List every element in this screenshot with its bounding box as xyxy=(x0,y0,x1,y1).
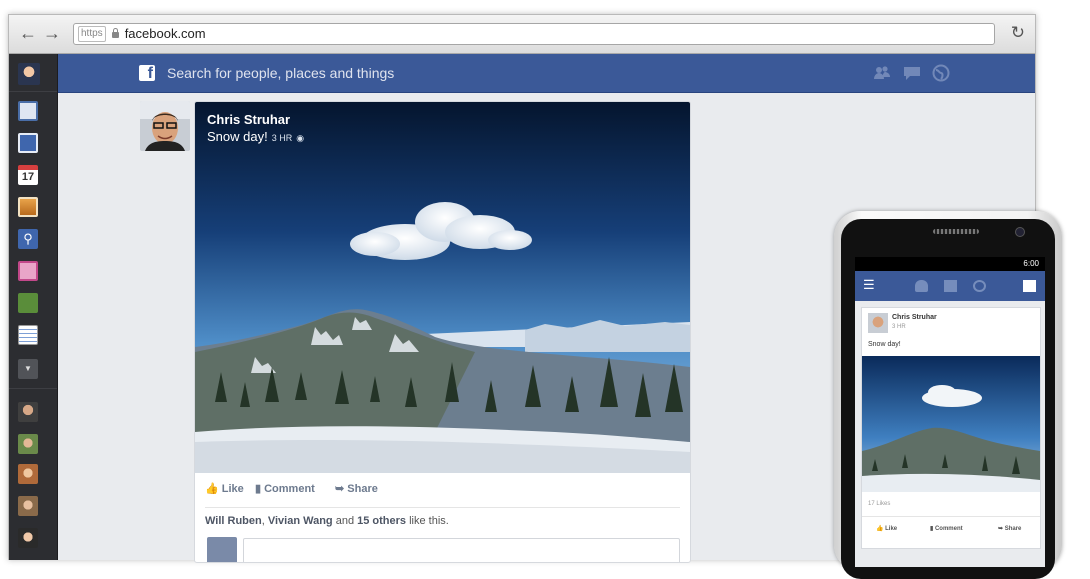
mobile-post-text: Snow day! xyxy=(868,341,901,348)
share-button[interactable]: ➥ Share xyxy=(335,482,378,495)
notes-icon[interactable] xyxy=(18,325,38,345)
phone-screen: 6:00 ☰ Chris Struhar 3 HR Snow day! 17 L… xyxy=(855,257,1045,567)
public-globe-icon: ◉ xyxy=(296,133,305,143)
mobile-likes-count[interactable]: 17 Likes xyxy=(868,501,890,507)
news-feed-post: Chris Struhar Snow day! 3 HR ◉ 👍 Like ▮ Co… xyxy=(194,101,691,563)
https-label: https xyxy=(78,26,106,42)
author-avatar[interactable] xyxy=(140,101,190,151)
menu-icon[interactable]: ☰ xyxy=(863,277,875,293)
back-arrow-icon[interactable]: ← xyxy=(19,23,37,44)
game-icon[interactable] xyxy=(18,293,38,313)
thumbs-up-icon: 👍 xyxy=(205,483,222,495)
share-arrow-icon: ➥ xyxy=(998,526,1005,532)
likes-and: and xyxy=(332,515,358,527)
mobile-comment-label: Comment xyxy=(934,526,963,532)
mobile-top-bar: ☰ xyxy=(855,271,1045,301)
friend-avatar-3[interactable] xyxy=(18,464,38,484)
events-calendar-icon[interactable]: 17 xyxy=(18,165,38,185)
mobile-author-avatar[interactable] xyxy=(868,313,888,333)
phone-bezel: 6:00 ☰ Chris Struhar 3 HR Snow day! 17 L… xyxy=(841,219,1055,579)
facebook-top-bar: f Search for people, places and things xyxy=(58,54,1035,93)
mobile-comment-button[interactable]: ▮ Comment xyxy=(930,525,963,532)
comment-input[interactable] xyxy=(243,538,680,562)
messages-icon[interactable] xyxy=(944,280,957,292)
viewer-avatar xyxy=(207,537,237,562)
profile-avatar[interactable] xyxy=(18,63,40,85)
phone-speaker xyxy=(933,229,979,234)
friend-avatar-4[interactable] xyxy=(18,496,38,516)
likes-summary: Will Ruben, Vivian Wang and 15 others li… xyxy=(205,515,449,527)
friends-list-icon[interactable] xyxy=(1023,280,1036,292)
liker-2[interactable]: Vivian Wang xyxy=(268,515,333,527)
messages-icon[interactable] xyxy=(903,64,921,82)
post-photo[interactable] xyxy=(195,102,690,473)
share-label: Share xyxy=(347,483,378,495)
forward-arrow-icon[interactable]: → xyxy=(43,23,61,44)
messages-icon[interactable] xyxy=(18,133,38,153)
post-timestamp[interactable]: 3 HR xyxy=(272,133,293,143)
reload-icon[interactable]: ↻ xyxy=(1011,23,1025,43)
notifications-globe-icon[interactable] xyxy=(973,280,986,292)
left-sidebar: 17 ⚲ ▼ xyxy=(9,54,58,560)
notifications-globe-icon[interactable] xyxy=(932,64,950,82)
facebook-logo-icon[interactable]: f xyxy=(139,65,155,81)
mobile-post: Chris Struhar 3 HR Snow day! 17 Likes 👍 … xyxy=(861,307,1041,549)
friend-avatar-2[interactable] xyxy=(18,434,38,454)
share-arrow-icon: ➥ xyxy=(335,483,348,495)
post-message: Snow day! xyxy=(207,129,268,144)
search-input[interactable]: Search for people, places and things xyxy=(167,65,394,81)
friend-avatar-5[interactable] xyxy=(18,528,38,548)
post-text: Snow day! 3 HR ◉ xyxy=(207,129,304,144)
comment-button[interactable]: ▮ Comment xyxy=(255,482,315,495)
mobile-post-author[interactable]: Chris Struhar xyxy=(892,314,937,321)
comment-label: Comment xyxy=(264,483,315,495)
friend-requests-icon[interactable] xyxy=(915,280,928,292)
likes-suffix: like this. xyxy=(406,515,449,527)
liker-1[interactable]: Will Ruben xyxy=(205,515,262,527)
mobile-like-label: Like xyxy=(885,526,898,532)
news-feed-icon[interactable] xyxy=(18,101,38,121)
like-label: Like xyxy=(221,483,244,495)
mobile-share-label: Share xyxy=(1004,526,1022,532)
post-actions: 👍 Like ▮ Comment ➥ Share xyxy=(205,481,680,508)
photos-icon[interactable] xyxy=(18,197,38,217)
phone-clock: 6:00 xyxy=(1023,259,1039,268)
phone-status-bar: 6:00 xyxy=(855,257,1045,271)
url-text: facebook.com xyxy=(124,26,206,41)
search-icon[interactable]: ⚲ xyxy=(18,229,38,249)
thumbs-up-icon: 👍 xyxy=(876,526,886,532)
mobile-post-actions: 👍 Like ▮ Comment ➥ Share xyxy=(862,516,1040,541)
mobile-like-button[interactable]: 👍 Like xyxy=(876,525,897,532)
like-button[interactable]: 👍 Like xyxy=(205,482,244,495)
mobile-post-photo[interactable] xyxy=(862,356,1040,492)
mobile-phone: 6:00 ☰ Chris Struhar 3 HR Snow day! 17 L… xyxy=(834,211,1062,579)
browser-toolbar: ← → https facebook.com ↻ xyxy=(9,15,1035,54)
gifts-icon[interactable] xyxy=(18,261,38,281)
comment-bubble-icon: ▮ xyxy=(255,483,265,495)
friend-requests-icon[interactable] xyxy=(873,64,891,82)
mobile-share-button[interactable]: ➥ Share xyxy=(998,525,1021,532)
phone-camera xyxy=(1015,227,1025,237)
likers-others-link[interactable]: 15 others xyxy=(357,515,406,527)
address-bar[interactable]: https facebook.com xyxy=(73,23,995,45)
friend-avatar-1[interactable] xyxy=(18,402,38,422)
post-author-name[interactable]: Chris Struhar xyxy=(207,112,290,127)
more-chevron-icon[interactable]: ▼ xyxy=(18,359,38,379)
lock-icon xyxy=(111,27,119,38)
mobile-post-time: 3 HR xyxy=(892,324,906,330)
